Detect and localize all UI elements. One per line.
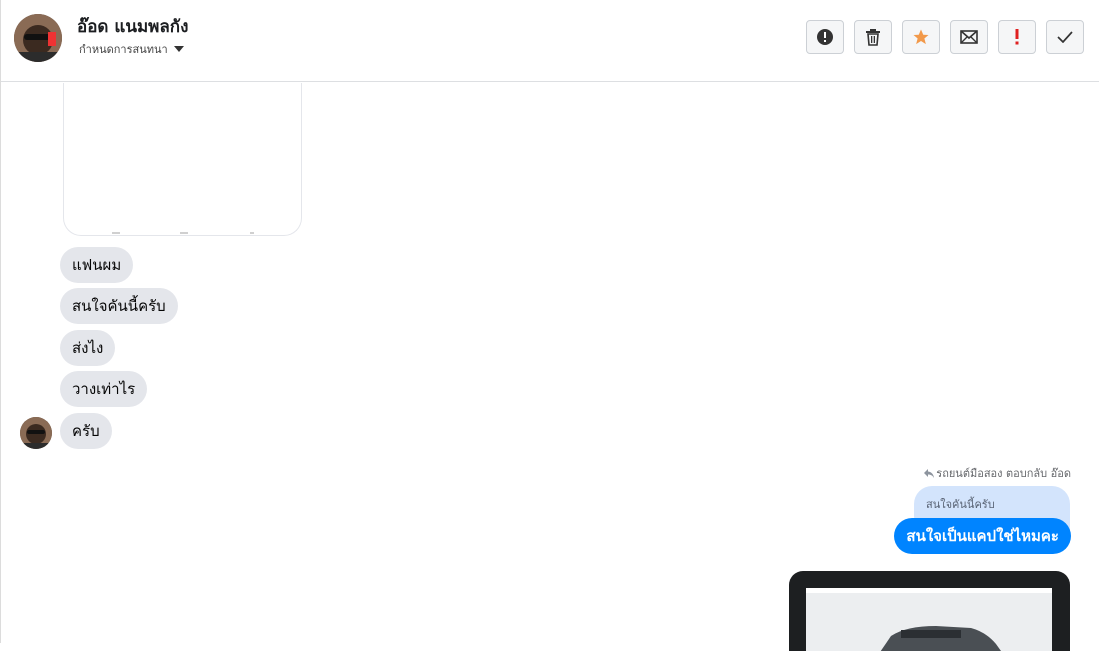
checkmark-icon bbox=[1057, 31, 1073, 43]
sent-message: สนใจเป็นแคปใช่ไหมคะ bbox=[894, 518, 1071, 554]
conversation-header: อ๊อด แนมพลกัง กำหนดการสนทนา bbox=[1, 0, 1099, 82]
conversation-settings-label: กำหนดการสนทนา bbox=[79, 43, 168, 56]
reply-arrow-icon bbox=[924, 468, 935, 478]
trash-icon bbox=[866, 29, 880, 46]
report-button[interactable] bbox=[806, 20, 844, 54]
left-border bbox=[0, 0, 1, 643]
received-message: แฟนผม bbox=[60, 247, 134, 283]
alert-circle-icon bbox=[817, 29, 833, 45]
conversation-settings-dropdown[interactable]: กำหนดการสนทนา bbox=[79, 40, 184, 58]
shared-attachment-card[interactable] bbox=[63, 83, 302, 236]
exclamation-icon bbox=[1015, 29, 1019, 45]
important-button[interactable] bbox=[998, 20, 1036, 54]
car-photo bbox=[806, 588, 1052, 651]
star-button[interactable] bbox=[902, 20, 940, 54]
delete-button[interactable] bbox=[854, 20, 892, 54]
sender-avatar[interactable] bbox=[20, 417, 52, 449]
envelope-icon bbox=[960, 30, 978, 44]
received-message: ส่งไง bbox=[60, 330, 116, 366]
done-button[interactable] bbox=[1046, 20, 1084, 54]
received-message: วางเท่าไร bbox=[60, 371, 148, 407]
reply-meta-text: รถยนต์มือสอง ตอบกลับ อ๊อด bbox=[936, 467, 1071, 480]
mark-unread-button[interactable] bbox=[950, 20, 988, 54]
reply-indicator: รถยนต์มือสอง ตอบกลับ อ๊อด bbox=[924, 464, 1071, 482]
received-message: ครับ bbox=[60, 413, 112, 449]
received-message: สนใจคันนี้ครับ bbox=[60, 288, 178, 324]
contact-avatar[interactable] bbox=[14, 14, 62, 62]
star-icon bbox=[913, 29, 929, 45]
sent-photo-attachment[interactable] bbox=[789, 571, 1070, 651]
caret-down-icon bbox=[173, 46, 184, 52]
attachment-footer-icons bbox=[112, 232, 254, 234]
contact-name: อ๊อด แนมพลกัง bbox=[77, 17, 189, 37]
